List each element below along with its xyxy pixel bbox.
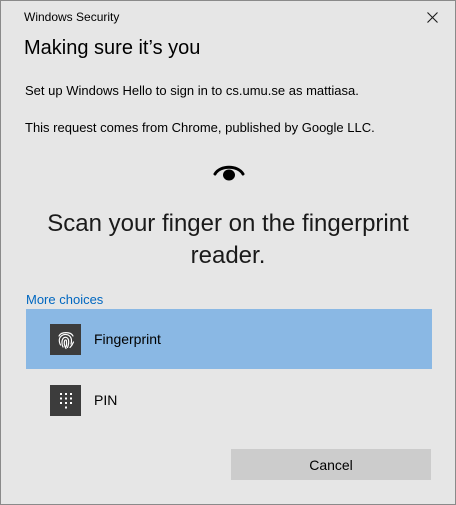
cancel-button[interactable]: Cancel [231,449,431,480]
title-bar: Windows Security [1,1,455,33]
option-fingerprint[interactable]: Fingerprint [26,309,432,369]
app-title: Windows Security [24,10,120,24]
eye-icon [213,165,245,181]
close-button[interactable] [409,1,455,33]
more-choices-link[interactable]: More choices [26,292,103,307]
close-icon [426,11,438,23]
request-source-message: This request comes from Chrome, publishe… [25,120,375,135]
fingerprint-icon [50,324,81,355]
pin-keypad-icon [50,385,81,416]
option-pin[interactable]: PIN [26,370,432,430]
option-label-fingerprint: Fingerprint [94,331,161,347]
scan-instruction: Scan your finger on the fingerprint read… [47,210,409,269]
dialog-heading: Making sure it’s you [24,37,201,59]
option-label-pin: PIN [94,392,118,408]
windows-security-dialog: Windows Security Making sure it’s you Se… [0,0,456,505]
setup-message: Set up Windows Hello to sign in to cs.um… [25,83,359,98]
